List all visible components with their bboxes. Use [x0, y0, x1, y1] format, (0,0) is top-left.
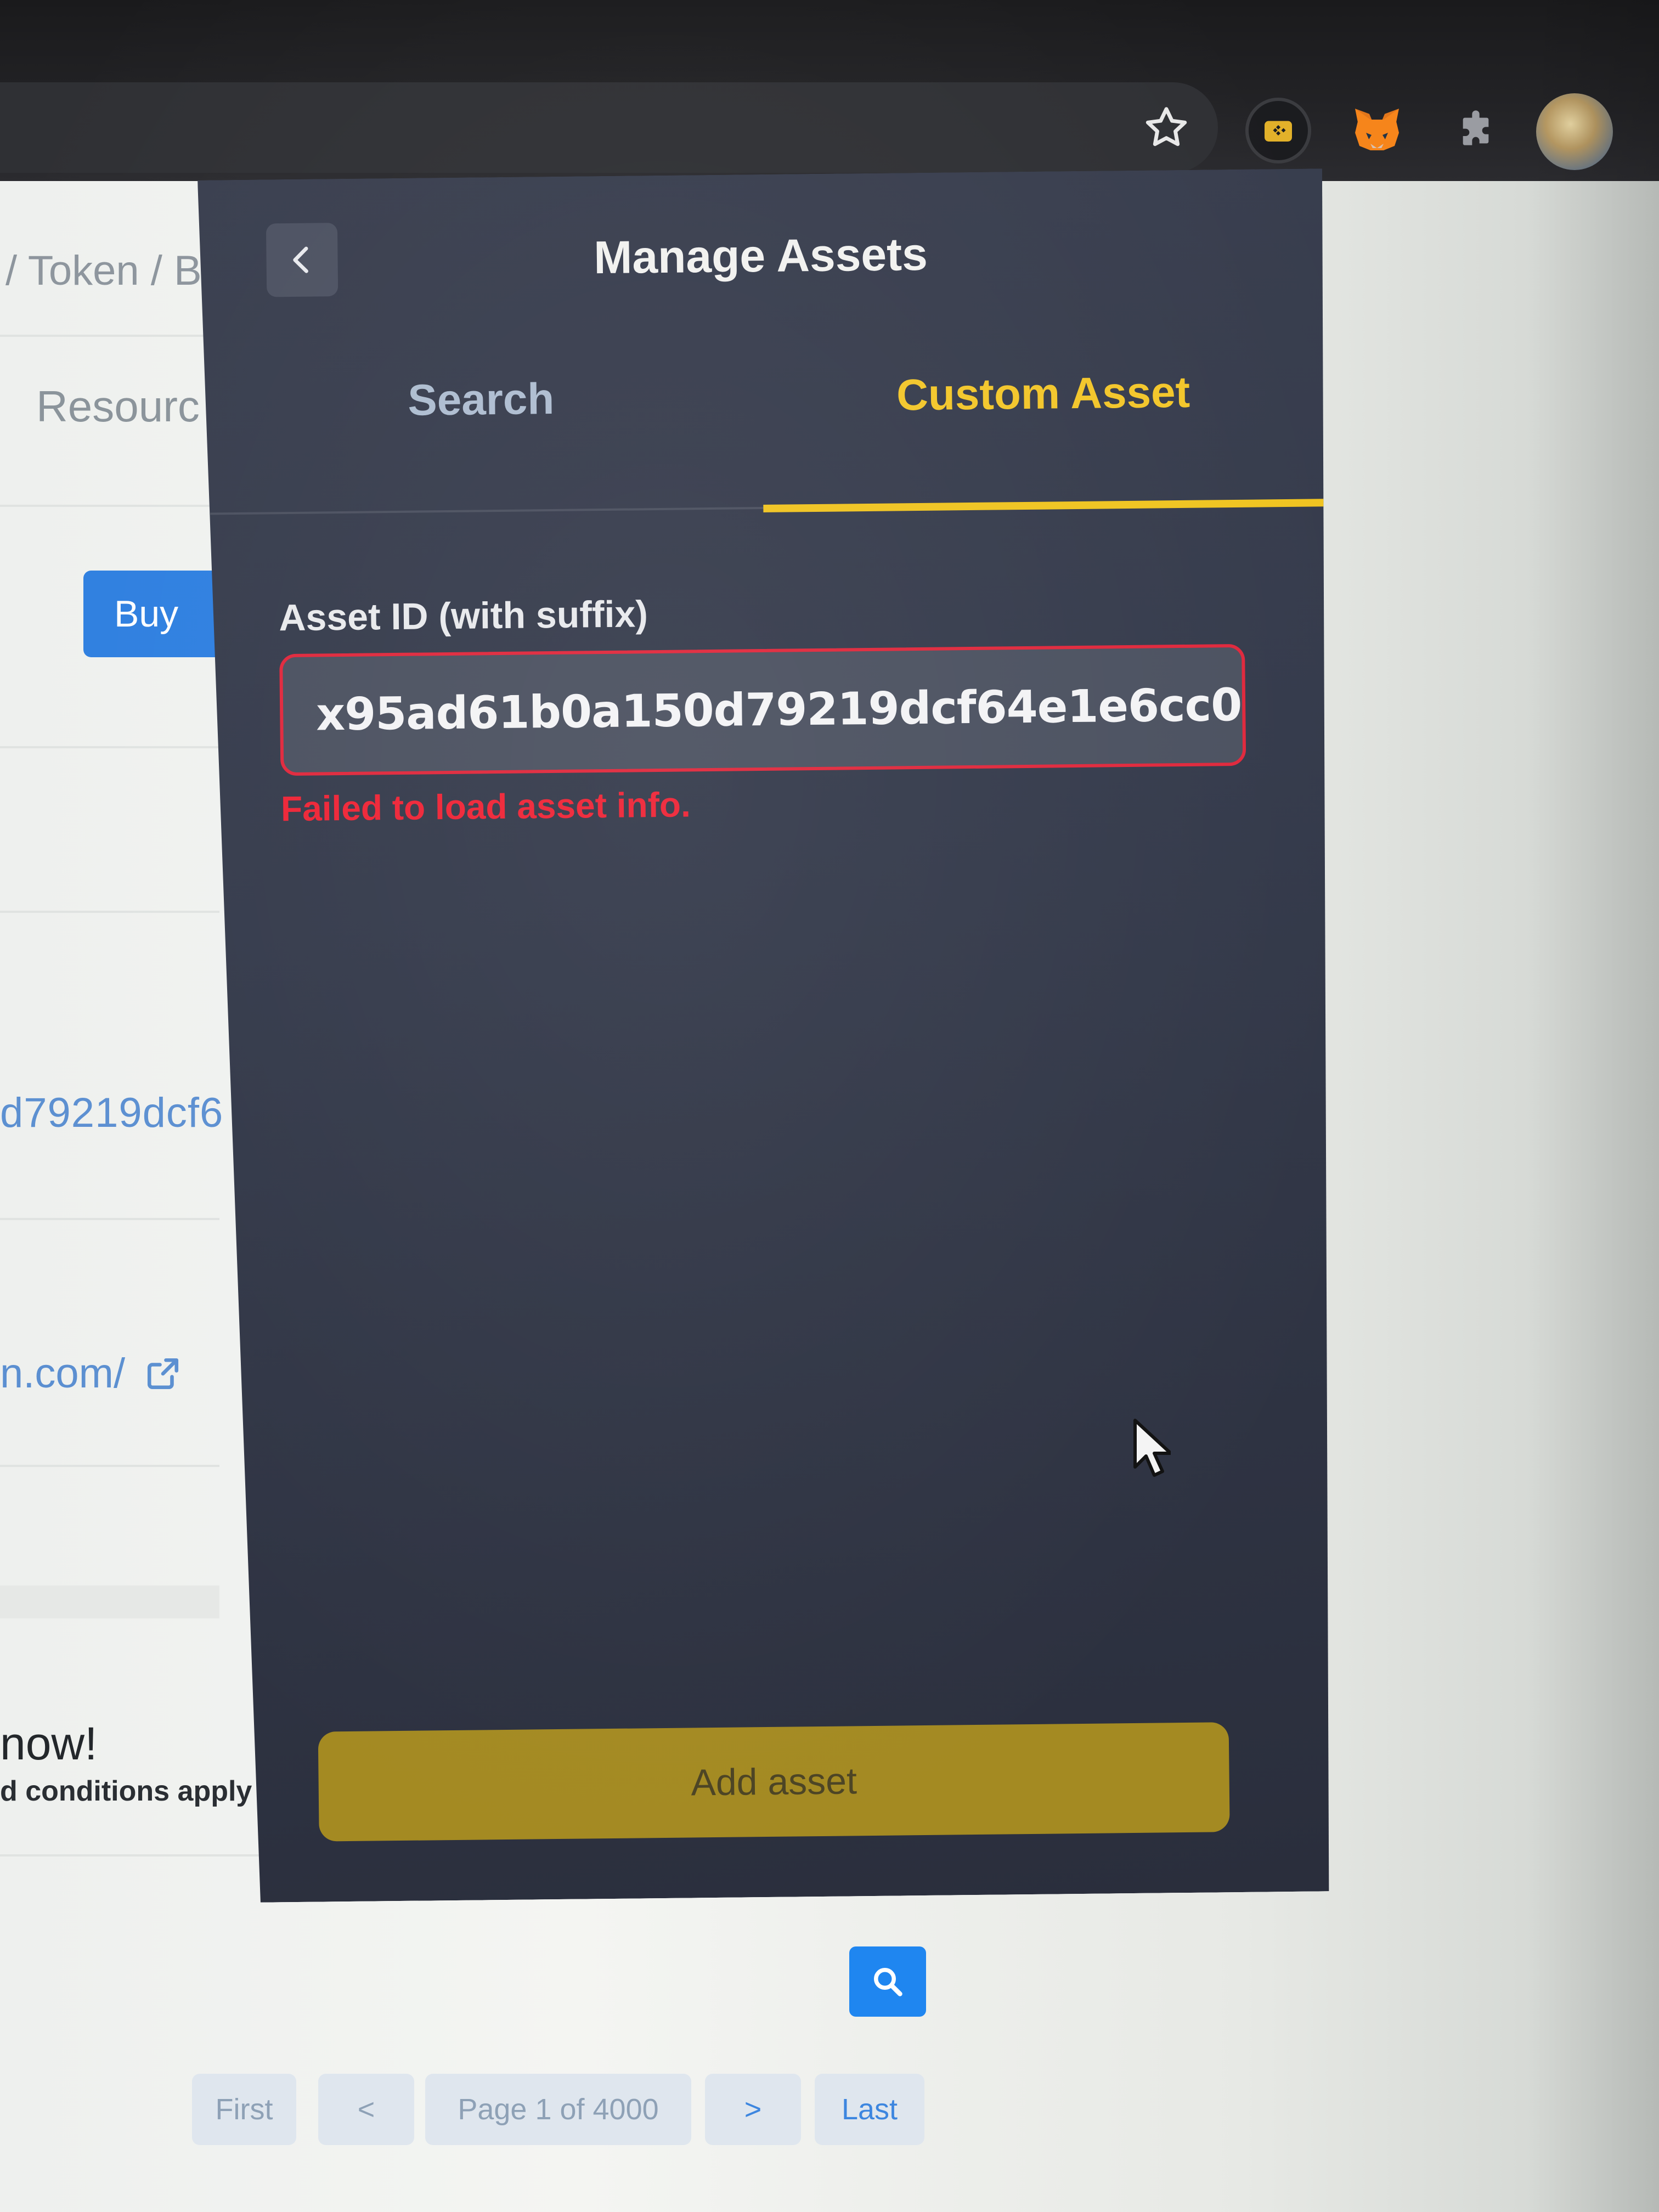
buy-button[interactable]: Buy: [83, 571, 226, 657]
active-tab-indicator: [763, 499, 1325, 512]
manage-assets-popup: Manage Assets Search Custom Asset Asset …: [198, 168, 1340, 1903]
tab-resources[interactable]: Resourc: [36, 381, 200, 432]
search-icon: [874, 1968, 902, 1996]
asset-id-value: x95ad61b0a150d79219dcf64e1e6cc01f0b64c4c…: [315, 675, 1246, 741]
asset-id-input[interactable]: x95ad61b0a150d79219dcf64e1e6cc01f0b64c4c…: [279, 644, 1246, 776]
search-button[interactable]: [849, 1946, 926, 2017]
add-asset-label: Add asset: [691, 1760, 857, 1804]
contract-address-link[interactable]: d79219dcf6: [0, 1089, 223, 1137]
add-asset-button[interactable]: Add asset: [318, 1722, 1230, 1841]
last-page-button[interactable]: Last: [815, 2074, 924, 2145]
promo-subtitle: d conditions apply: [0, 1775, 252, 1807]
divider: [0, 746, 219, 748]
external-link-icon: [148, 1358, 179, 1389]
promo-title: now!: [0, 1718, 98, 1769]
error-message: Failed to load asset info.: [280, 785, 691, 829]
divider: [0, 911, 219, 913]
asset-id-label: Asset ID (with suffix): [279, 593, 648, 639]
section-band: [0, 1585, 219, 1618]
first-page-button[interactable]: First: [192, 2074, 296, 2145]
browser-toolbar: [0, 0, 1659, 181]
buy-button-label: Buy: [114, 593, 179, 635]
mouse-pointer-icon: [1133, 1419, 1171, 1477]
prev-page-button[interactable]: <: [318, 2074, 414, 2145]
extensions-bar: [1240, 88, 1659, 170]
divider: [0, 335, 219, 337]
asset-tabs: Search Custom Asset: [199, 328, 1325, 471]
address-bar[interactable]: [0, 82, 1218, 173]
website-link-text: n.com/: [0, 1350, 126, 1397]
page-title: Manage Assets: [593, 228, 928, 284]
tab-search[interactable]: Search: [199, 334, 763, 466]
puzzle-icon[interactable]: [1443, 98, 1509, 163]
divider: [0, 505, 219, 507]
divider: [0, 1465, 219, 1467]
next-page-button[interactable]: >: [705, 2074, 801, 2145]
binance-wallet-icon[interactable]: [1245, 98, 1311, 163]
breadcrumb[interactable]: / Token / B: [5, 247, 202, 295]
metamask-fox-icon[interactable]: [1344, 98, 1410, 163]
page-indicator: Page 1 of 4000: [425, 2074, 691, 2145]
avatar[interactable]: [1536, 93, 1613, 170]
tab-custom-asset[interactable]: Custom Asset: [761, 328, 1325, 460]
star-icon[interactable]: [1141, 103, 1192, 154]
website-link[interactable]: n.com/: [0, 1350, 181, 1397]
divider: [0, 1218, 219, 1220]
